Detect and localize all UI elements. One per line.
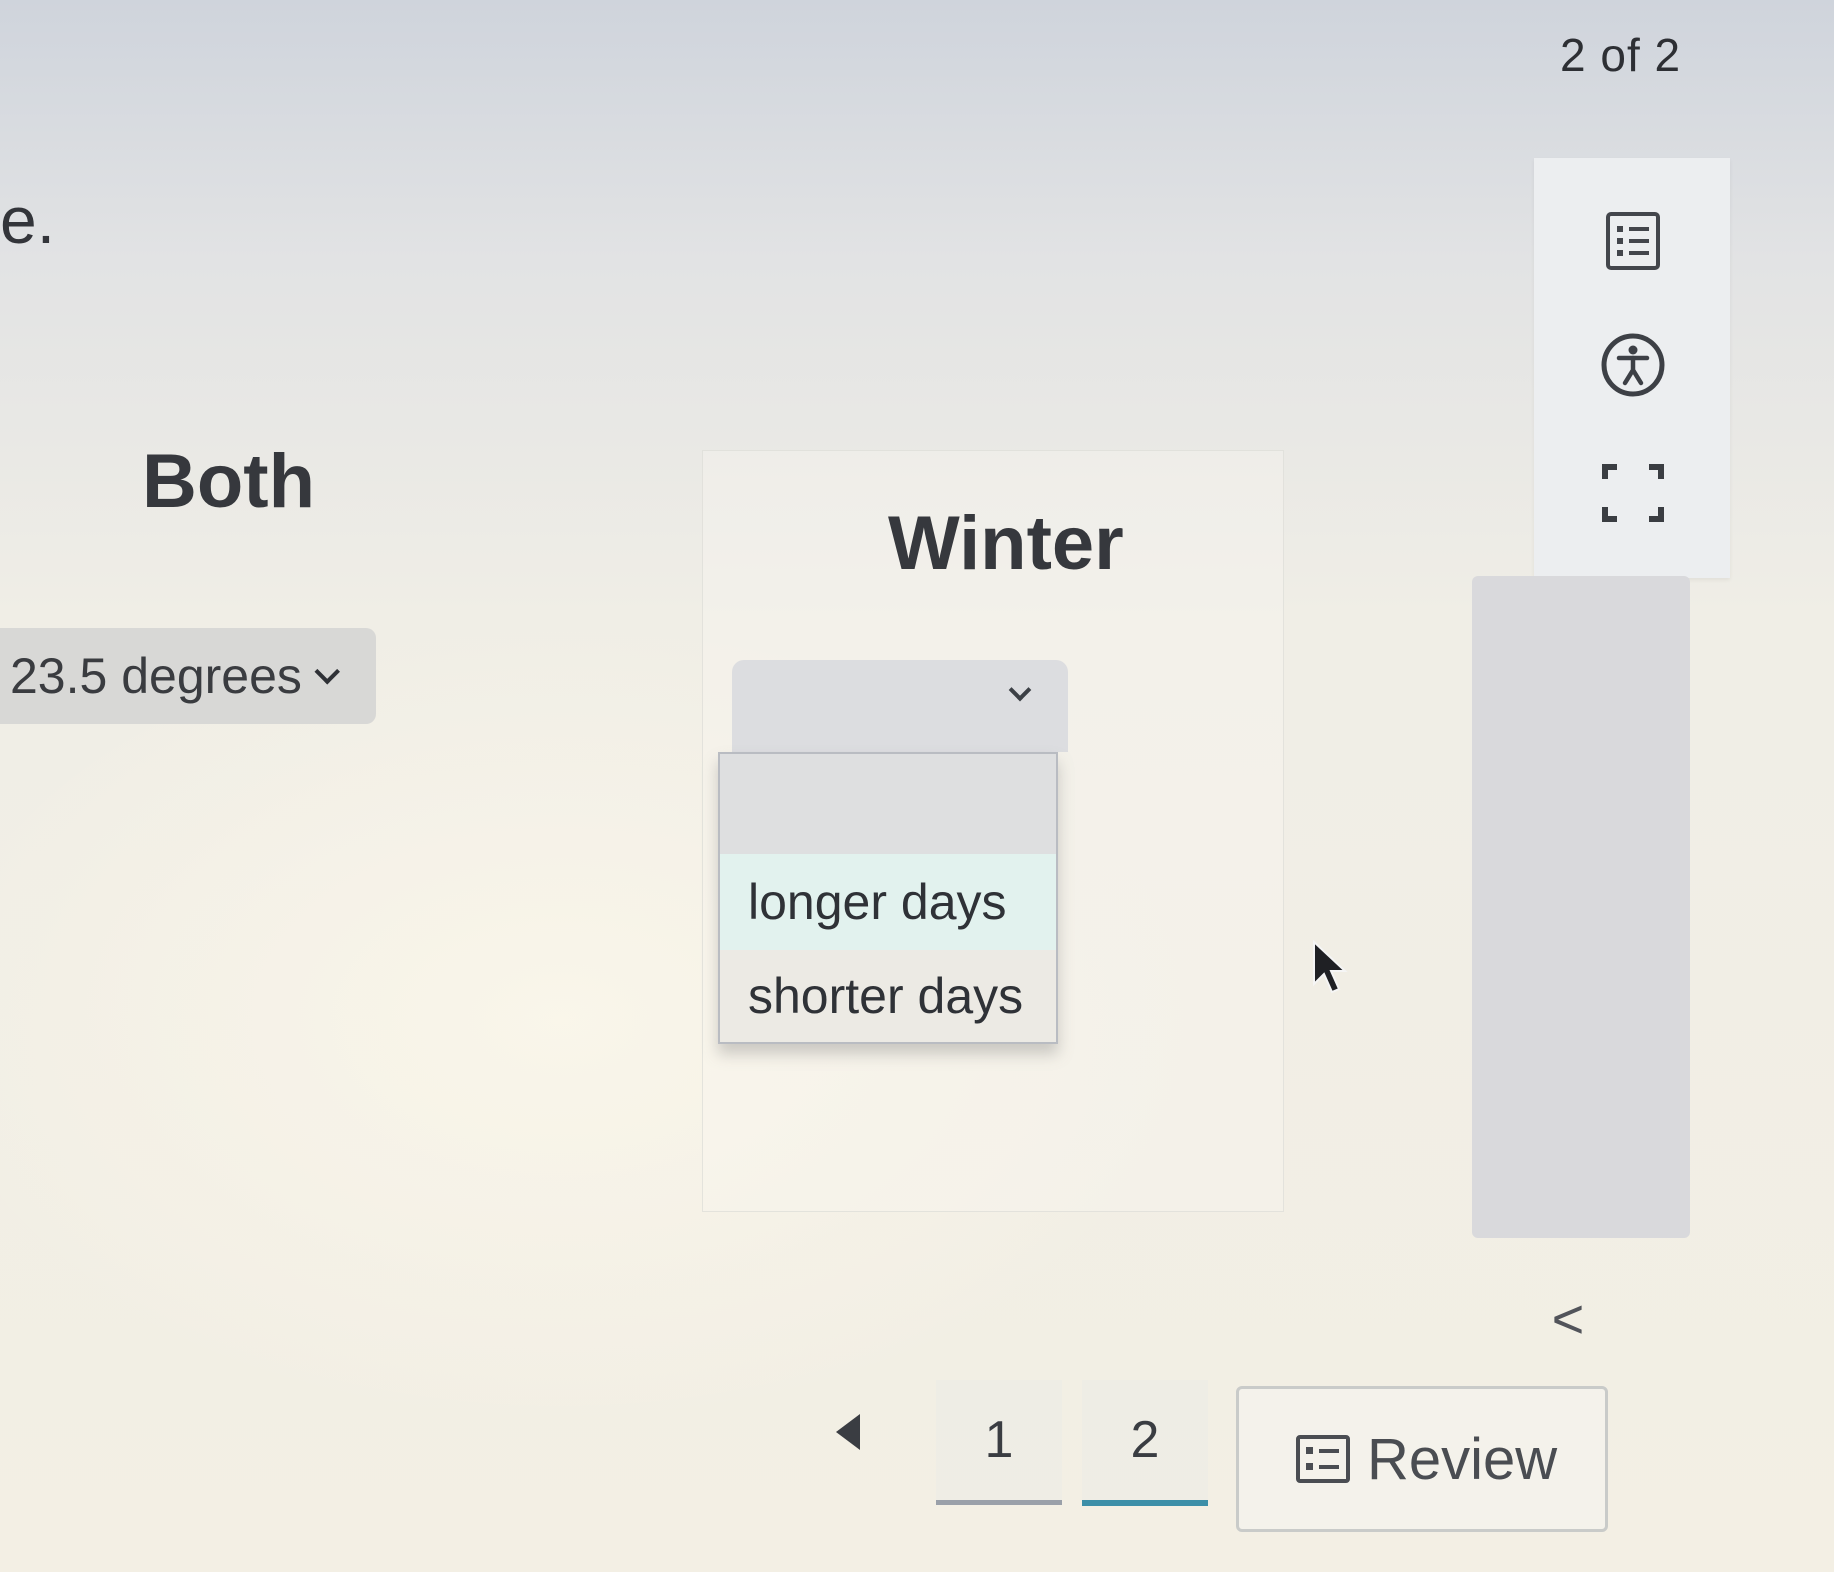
- right-toolbar: [1534, 158, 1730, 578]
- select-both-value: 23.5 degrees: [10, 648, 302, 704]
- select-both[interactable]: 23.5 degrees: [0, 628, 376, 724]
- chevron-down-icon: [1008, 678, 1032, 702]
- accessibility-button[interactable]: [1578, 312, 1688, 422]
- dropdown-option-longer-days[interactable]: longer days: [720, 854, 1056, 950]
- question-stem-fragment: e.: [0, 183, 56, 257]
- fullscreen-button[interactable]: [1578, 440, 1688, 550]
- column-header-winter: Winter: [888, 501, 1124, 586]
- page-tab-2[interactable]: 2: [1082, 1380, 1208, 1506]
- dropdown-option-blank[interactable]: [720, 754, 1056, 854]
- mouse-cursor-icon: [1312, 939, 1352, 1001]
- triangle-left-icon: [836, 1414, 860, 1450]
- collapse-panel-button[interactable]: <: [1518, 1268, 1618, 1368]
- review-label: Review: [1367, 1426, 1558, 1492]
- list-view-button[interactable]: [1578, 188, 1688, 298]
- select-winter[interactable]: [732, 660, 1068, 752]
- page-tab-1[interactable]: 1: [936, 1380, 1062, 1505]
- review-button[interactable]: Review: [1236, 1386, 1608, 1532]
- accessibility-icon: [1600, 332, 1666, 403]
- fullscreen-icon: [1601, 463, 1665, 528]
- dropdown-option-shorter-days[interactable]: shorter days: [720, 950, 1056, 1042]
- winter-dropdown-list: longer days shorter days: [718, 752, 1058, 1044]
- previous-page-button[interactable]: [808, 1392, 888, 1472]
- page-counter: 2 of 2: [1560, 29, 1682, 81]
- chevron-down-icon: [314, 659, 340, 685]
- review-list-icon: [1295, 1434, 1351, 1484]
- list-icon: [1605, 211, 1661, 276]
- column-header-both: Both: [142, 439, 316, 524]
- side-panel-scrollbar[interactable]: [1472, 576, 1690, 1238]
